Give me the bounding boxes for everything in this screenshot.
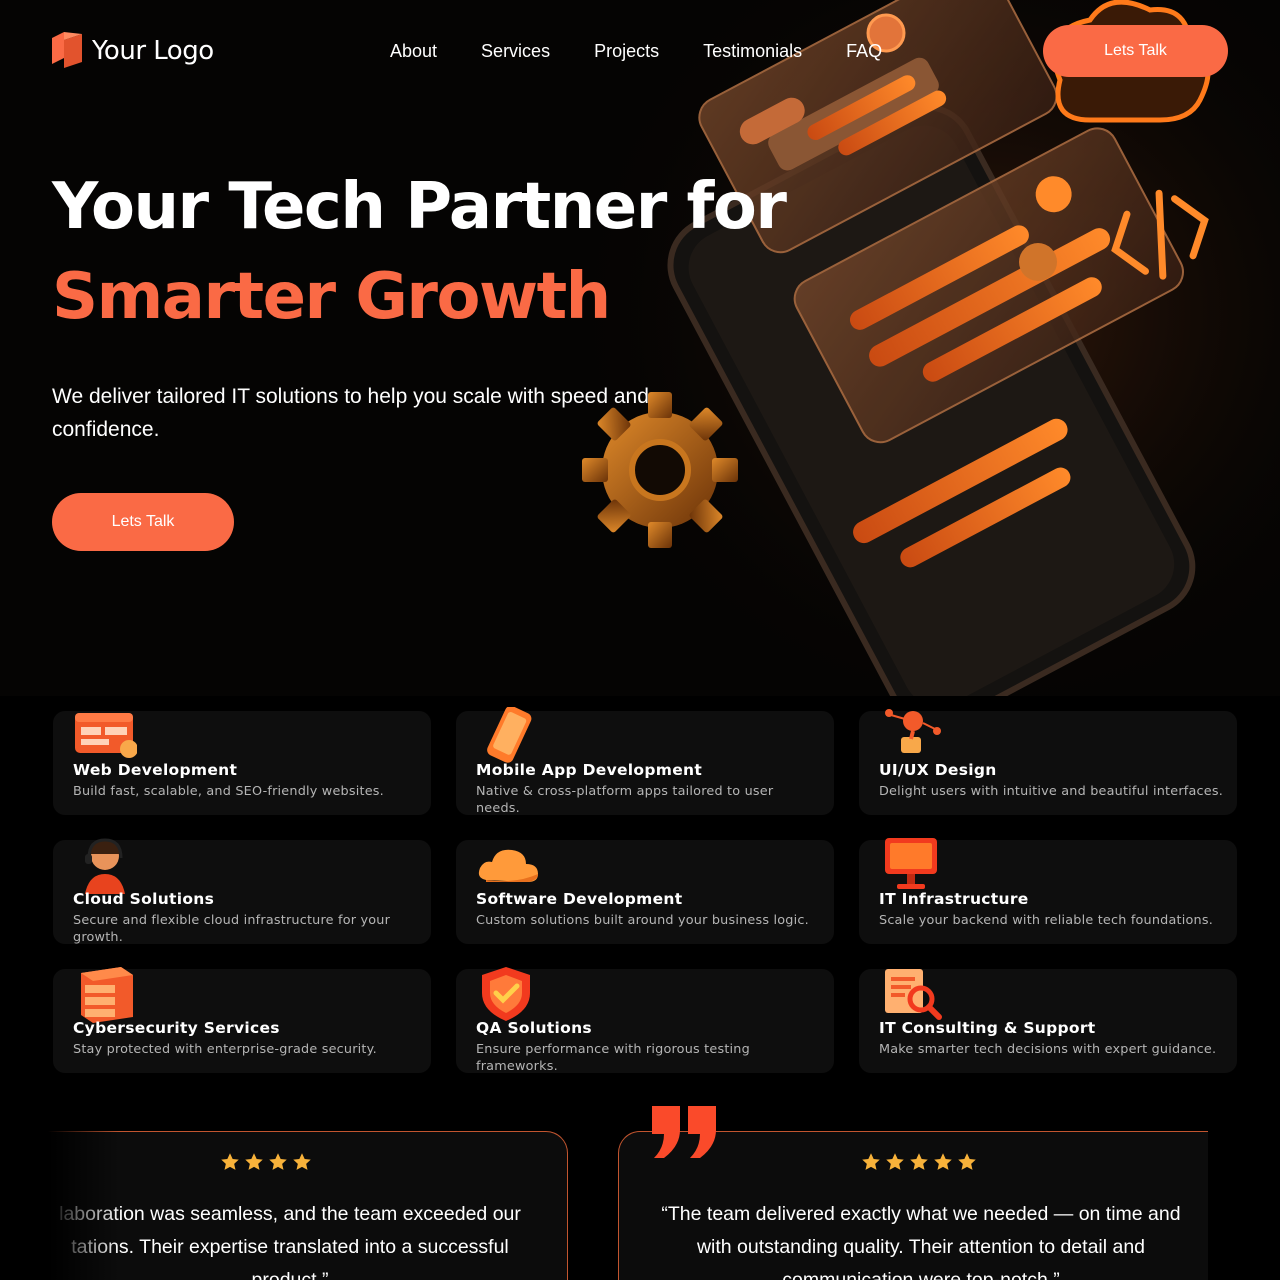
logo-mark-icon: [52, 32, 82, 68]
service-description: Custom solutions built around your busin…: [476, 913, 809, 928]
service-card-web-development[interactable]: Web Development Build fast, scalable, an…: [53, 711, 431, 815]
design-tool-icon: [885, 709, 941, 753]
hero-title: Your Tech Partner for Smarter Growth: [52, 162, 787, 342]
star-icon: [245, 1153, 263, 1170]
service-card-qa-solutions[interactable]: QA Solutions Ensure performance with rig…: [456, 967, 834, 1074]
star-icon: [910, 1153, 928, 1170]
testimonial-line: “The team delivered exactly what we need…: [661, 1203, 1181, 1225]
testimonial-line: with outstanding quality. Their attentio…: [696, 1236, 1146, 1258]
document-search-icon: [885, 969, 942, 1020]
service-card-cybersecurity-services[interactable]: Cybersecurity Services Stay protected wi…: [53, 967, 431, 1073]
hero-section: Your Logo About Services Projects Testim…: [0, 0, 1280, 696]
shield-check-icon: [482, 967, 530, 1021]
star-icon: [269, 1153, 287, 1170]
service-card-cloud-solutions[interactable]: Cloud Solutions Secure and flexible clou…: [53, 838, 431, 945]
testimonial-text: “The team delivered exactly what we need…: [619, 1198, 1208, 1280]
hero-title-line2: Smarter Growth: [52, 260, 611, 334]
monitor-icon: [885, 838, 937, 889]
service-card-mobile-app-development[interactable]: Mobile App Development Native & cross-pl…: [456, 707, 834, 816]
service-description: Build fast, scalable, and SEO-friendly w…: [73, 784, 384, 799]
rating-stars: [220, 1152, 312, 1172]
hero-lets-talk-button[interactable]: Lets Talk: [52, 493, 234, 551]
service-title: Web Development: [73, 761, 238, 779]
service-title: Software Development: [476, 890, 683, 908]
nav-testimonials[interactable]: Testimonials: [703, 41, 802, 62]
testimonials-section: laboration was seamless, and the team ex…: [0, 1096, 1280, 1280]
star-icon: [293, 1153, 311, 1170]
header-lets-talk-button[interactable]: Lets Talk: [1043, 25, 1228, 77]
hero-illustration: [560, 0, 1280, 696]
service-description: Secure and flexible cloud infrastructure…: [73, 913, 391, 945]
services-section: Web Development Build fast, scalable, an…: [0, 696, 1280, 1096]
star-icon: [958, 1153, 976, 1170]
service-title: Cybersecurity Services: [73, 1019, 280, 1037]
logo[interactable]: Your Logo: [52, 32, 214, 70]
service-description: Native & cross-platform apps tailored to…: [476, 784, 774, 816]
star-icon: [886, 1153, 904, 1170]
server-icon: [81, 967, 133, 1023]
nav-services[interactable]: Services: [481, 41, 550, 62]
service-card-ui-ux-design[interactable]: UI/UX Design Delight users with intuitiv…: [859, 709, 1237, 815]
quote-icon: [652, 1106, 716, 1158]
testimonial-fade-overlay: [0, 1096, 120, 1280]
service-title: IT Consulting & Support: [879, 1019, 1096, 1037]
service-title: Mobile App Development: [476, 761, 703, 779]
hero-title-line1: Your Tech Partner for: [52, 170, 787, 244]
service-title: UI/UX Design: [879, 761, 997, 779]
service-description: Make smarter tech decisions with expert …: [879, 1042, 1217, 1057]
service-title: Cloud Solutions: [73, 890, 215, 908]
nav-about[interactable]: About: [390, 41, 437, 62]
service-description: Delight users with intuitive and beautif…: [879, 784, 1223, 799]
logo-text: Your Logo: [92, 36, 214, 66]
service-card-it-infrastructure[interactable]: IT Infrastructure Scale your backend wit…: [859, 838, 1237, 944]
cloud-icon: [478, 849, 538, 882]
service-card-it-consulting-support[interactable]: IT Consulting & Support Make smarter tec…: [859, 969, 1237, 1073]
service-description: Scale your backend with reliable tech fo…: [879, 913, 1213, 928]
main-nav: About Services Projects Testimonials FAQ: [390, 41, 882, 62]
star-icon: [934, 1153, 952, 1170]
service-title: QA Solutions: [476, 1019, 592, 1037]
nav-projects[interactable]: Projects: [594, 41, 659, 62]
service-description: Stay protected with enterprise-grade sec…: [73, 1042, 377, 1057]
star-icon: [221, 1153, 239, 1170]
nav-faq[interactable]: FAQ: [846, 41, 882, 62]
service-description: Ensure performance with rigorous testing…: [476, 1042, 750, 1074]
browser-window-icon: [75, 713, 137, 758]
service-card-software-development[interactable]: Software Development Custom solutions bu…: [456, 840, 834, 944]
service-title: IT Infrastructure: [879, 890, 1029, 908]
smartphone-icon: [487, 707, 532, 763]
headset-person-icon: [85, 838, 125, 894]
hero-subtitle: We deliver tailored IT solutions to help…: [52, 385, 649, 441]
star-icon: [862, 1153, 880, 1170]
rating-stars: [861, 1152, 977, 1172]
testimonial-line: communication were top-notch.”: [782, 1269, 1060, 1280]
